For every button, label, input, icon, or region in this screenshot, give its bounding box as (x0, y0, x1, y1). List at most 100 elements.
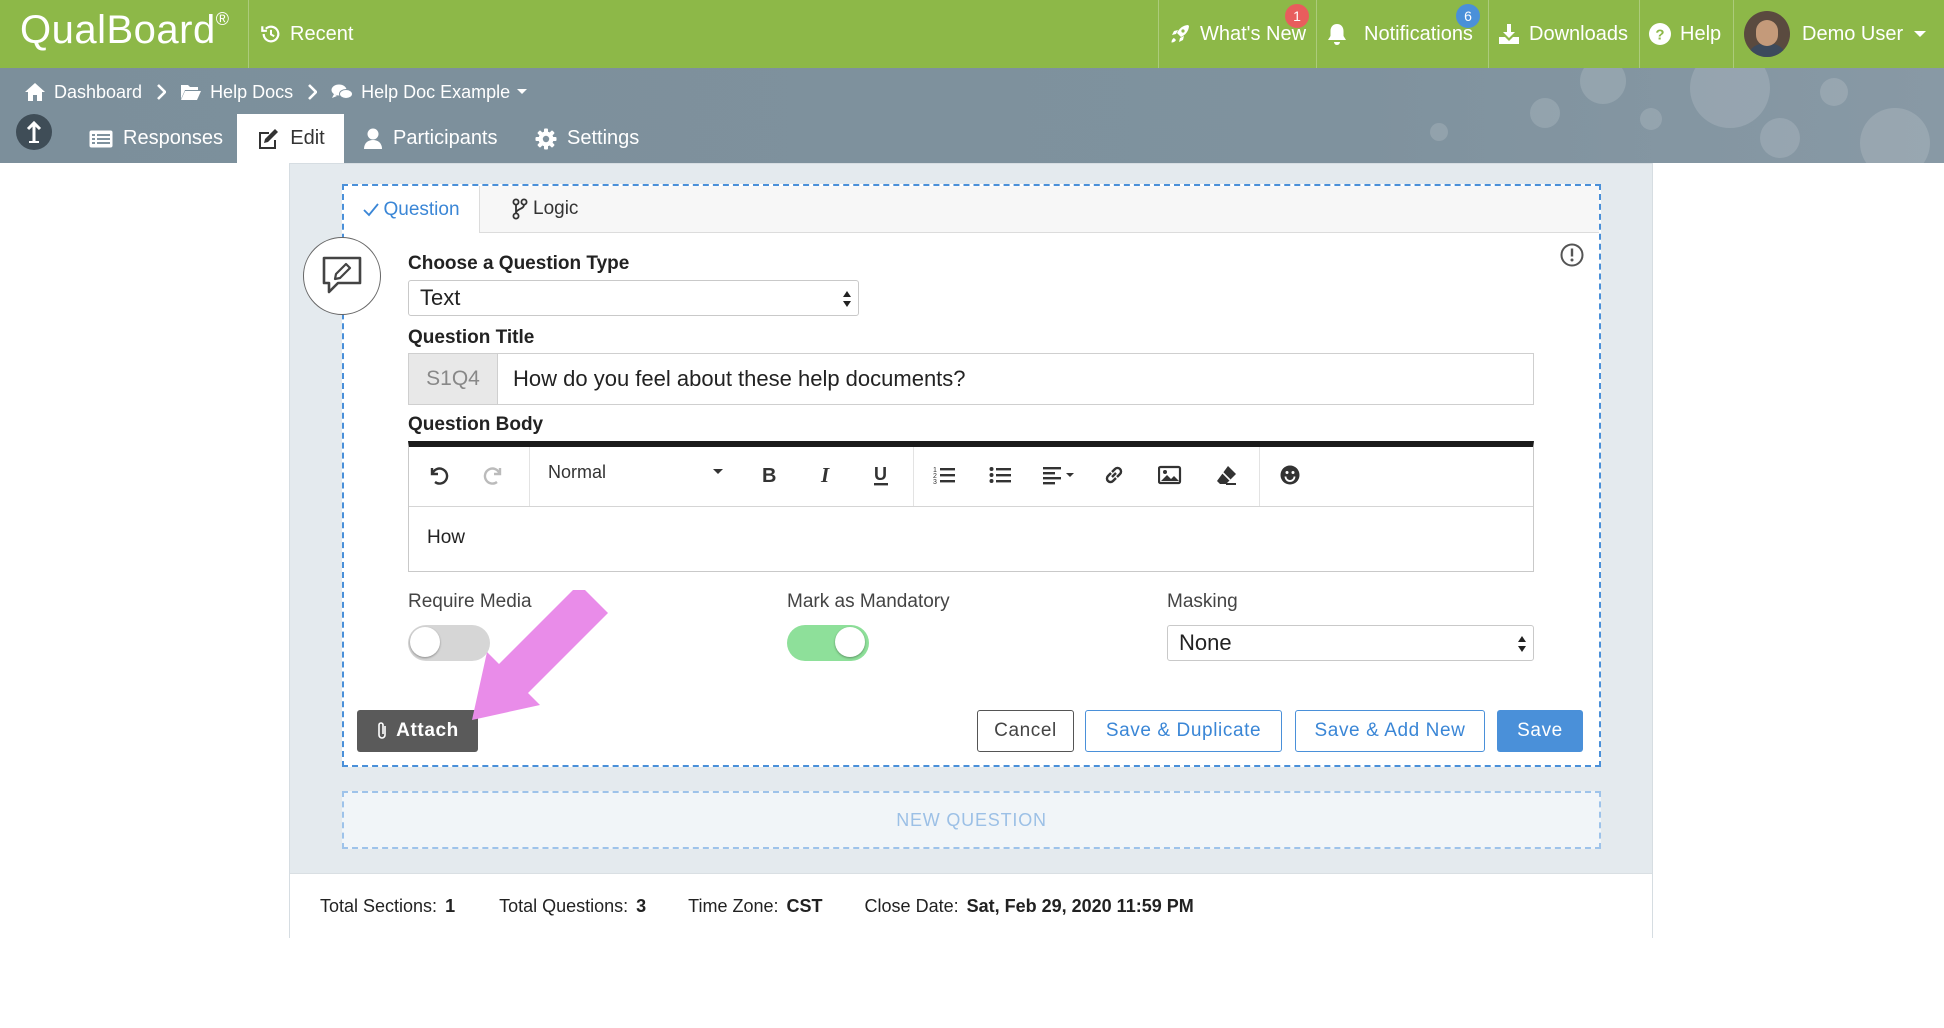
mandatory-toggle[interactable] (787, 625, 869, 661)
caret-down-icon (1914, 31, 1927, 37)
history-icon (261, 25, 280, 43)
cancel-button[interactable]: Cancel (977, 710, 1074, 752)
editor-toolbar: Normal B I U 123 (409, 447, 1533, 507)
masking-select[interactable]: None (1167, 625, 1534, 661)
home-icon (25, 83, 45, 101)
annotation-arrow-icon (472, 590, 608, 720)
breadcrumb-current[interactable]: Help Doc Example (331, 82, 536, 103)
bell-icon (1328, 24, 1346, 45)
arrow-up-icon (26, 120, 42, 143)
app-logo[interactable]: QualBoard® (20, 8, 230, 53)
nav-divider (248, 0, 249, 68)
downloads-label: Downloads (1529, 22, 1628, 45)
tab-responses[interactable]: Responses (89, 114, 223, 163)
question-title-input[interactable]: S1Q4 How do you feel about these help do… (408, 353, 1534, 405)
survey-summary: Total Sections: 1 Total Questions: 3 Time … (290, 873, 1652, 938)
select-arrows-icon (1518, 636, 1526, 652)
notifications-label: Notifications (1364, 22, 1473, 45)
editor-content[interactable]: How (427, 527, 465, 549)
time-zone: Time Zone: CST (688, 895, 823, 916)
masking-label: Masking (1167, 591, 1238, 612)
eraser-icon[interactable] (1215, 464, 1237, 486)
bullet-list-icon[interactable] (989, 464, 1011, 486)
help-circle-icon: ? (1649, 23, 1671, 45)
avatar (1744, 11, 1790, 57)
list-icon (89, 130, 113, 147)
tab-settings[interactable]: Settings (535, 114, 639, 163)
help-label: Help (1680, 22, 1722, 45)
close-date: Close Date: Sat, Feb 29, 2020 11:59 PM (864, 895, 1194, 916)
undo-icon[interactable] (427, 464, 449, 486)
caret-down-icon (517, 89, 528, 94)
rocket-icon (1171, 25, 1189, 43)
breadcrumb: Dashboard Help Docs Help Doc Example (24, 78, 536, 106)
info-alert-icon[interactable] (1560, 243, 1584, 267)
user-icon (364, 128, 382, 149)
save-add-new-button[interactable]: Save & Add New (1295, 710, 1485, 752)
user-menu[interactable]: Demo User (1744, 0, 1935, 68)
align-dropdown-icon[interactable] (1043, 464, 1077, 486)
question-type-label: Choose a Question Type (408, 253, 630, 274)
nav-divider (1488, 0, 1489, 68)
link-icon[interactable] (1103, 464, 1125, 486)
svg-text:B: B (762, 465, 776, 486)
edit-icon (259, 128, 279, 149)
select-arrows-icon (843, 291, 851, 307)
caret-down-icon (713, 469, 723, 474)
back-button[interactable] (16, 114, 52, 150)
svg-text:I: I (820, 464, 830, 486)
question-title-value: How do you feel about these help documen… (513, 366, 966, 391)
notifications-link[interactable]: Notifications (1326, 0, 1473, 68)
comments-icon (331, 84, 354, 99)
svg-text:3: 3 (933, 479, 937, 486)
question-tabs: Question Logic (344, 186, 1599, 233)
save-duplicate-button[interactable]: Save & Duplicate (1085, 710, 1282, 752)
image-icon[interactable] (1158, 464, 1182, 486)
downloads-link[interactable]: Downloads (1497, 0, 1628, 68)
paperclip-icon (378, 722, 386, 739)
chevron-right-icon (308, 84, 318, 100)
nav-divider (1158, 0, 1159, 68)
nav-divider (1733, 0, 1734, 68)
total-questions: Total Questions: 3 (499, 895, 647, 916)
tab-logic[interactable]: Logic (512, 186, 578, 232)
bold-icon[interactable]: B (760, 464, 778, 486)
question-body-editor: Normal B I U 123 How (408, 441, 1534, 572)
gear-icon (535, 128, 557, 149)
notifications-badge: 6 (1456, 4, 1480, 28)
toggle-knob (410, 627, 440, 657)
user-name: Demo User (1802, 22, 1904, 45)
breadcrumb-help-docs[interactable]: Help Docs (180, 82, 293, 103)
chevron-right-icon (157, 84, 167, 100)
question-body-label: Question Body (408, 414, 544, 435)
tab-edit[interactable]: Edit (237, 114, 344, 163)
tab-participants[interactable]: Participants (363, 114, 498, 163)
new-question-button[interactable]: NEW QUESTION (342, 791, 1601, 849)
toggle-knob (835, 627, 865, 657)
question-title-label: Question Title (408, 327, 535, 348)
comment-edit-icon (322, 256, 362, 294)
underline-icon[interactable]: U (871, 464, 893, 488)
top-nav-bar: QualBoard® Recent What's New 1 Notificat… (0, 0, 1944, 68)
format-dropdown[interactable]: Normal (548, 462, 734, 483)
ordered-list-icon[interactable]: 123 (933, 464, 955, 486)
mandatory-label: Mark as Mandatory (787, 591, 950, 612)
emoji-icon[interactable] (1279, 464, 1301, 486)
masking-value: None (1179, 630, 1232, 655)
total-sections: Total Sections: 1 (320, 895, 456, 916)
branch-icon (512, 198, 528, 220)
help-link[interactable]: ? Help (1648, 0, 1721, 68)
whats-new-badge: 1 (1285, 4, 1309, 28)
folder-open-icon (181, 85, 202, 100)
check-icon (363, 202, 380, 216)
nav-divider (1639, 0, 1640, 68)
recent-link[interactable]: Recent (260, 0, 353, 68)
svg-text:U: U (874, 464, 887, 484)
italic-icon[interactable]: I (817, 464, 835, 486)
save-button[interactable]: Save (1497, 710, 1583, 752)
question-type-select[interactable]: Text (408, 280, 859, 316)
question-type-value: Text (420, 285, 461, 310)
breadcrumb-dashboard[interactable]: Dashboard (24, 82, 142, 103)
redo-icon[interactable] (483, 464, 505, 486)
tab-question[interactable]: Question (344, 186, 480, 233)
